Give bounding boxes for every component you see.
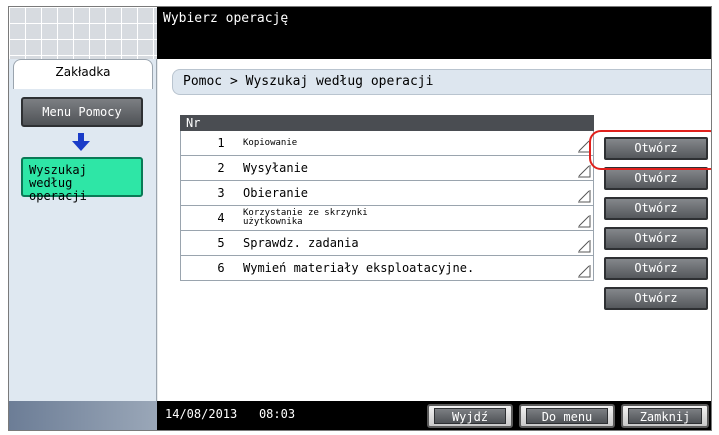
exit-button-label: Wyjdź	[434, 408, 506, 424]
list-item[interactable]: 6 Wymień materiały eksploatacyjne.	[180, 256, 594, 281]
corner-mark-icon	[578, 240, 591, 253]
corner-mark-icon	[578, 265, 591, 278]
time: 08:03	[258, 407, 296, 421]
row-number: 6	[217, 261, 225, 275]
to-menu-button[interactable]: Do menu	[519, 404, 615, 428]
open-button-2[interactable]: Otwórz	[604, 167, 708, 190]
list-item[interactable]: 2 Wysyłanie	[180, 156, 594, 181]
close-button-label: Zamknij	[628, 408, 702, 424]
corner-mark-icon	[578, 190, 591, 203]
row-number: 5	[217, 236, 225, 250]
open-button-5[interactable]: Otwórz	[604, 257, 708, 280]
to-menu-button-label: Do menu	[526, 408, 608, 424]
list-header-nr: Nr	[180, 115, 594, 131]
status-bar: 14/08/2013 08:03 Wyjdź Do menu Zamknij	[9, 401, 711, 430]
list-item[interactable]: 5 Sprawdz. zadania	[180, 231, 594, 256]
sidebar: Zakładka Menu Pomocy Wyszukaj według ope…	[9, 59, 157, 401]
row-label: Wysyłanie	[243, 161, 309, 175]
open-button-6[interactable]: Otwórz	[604, 287, 708, 310]
date: 14/08/2013	[165, 407, 238, 421]
exit-button[interactable]: Wyjdź	[427, 404, 513, 428]
main-content: Pomoc > Wyszukaj według operacji Nr 1 Ko…	[158, 59, 711, 401]
list-item[interactable]: 4 Korzystanie ze skrzynki użytkownika	[180, 206, 594, 231]
top-left-grid	[9, 7, 157, 59]
date-time: 14/08/2013 08:03	[165, 407, 295, 421]
title-bar: Wybierz operację	[157, 7, 711, 59]
row-label: Korzystanie ze skrzynki użytkownika	[243, 208, 368, 227]
open-button-4[interactable]: Otwórz	[604, 227, 708, 250]
row-label: Sprawdz. zadania	[243, 236, 359, 250]
corner-mark-icon	[578, 165, 591, 178]
device-panel: Wybierz operację Zakładka Menu Pomocy Wy…	[8, 6, 712, 431]
row-number: 2	[217, 161, 225, 175]
corner-mark-icon	[578, 215, 591, 228]
row-number: 3	[217, 186, 225, 200]
status-bar-left	[9, 401, 157, 430]
list-item[interactable]: 3 Obieranie	[180, 181, 594, 206]
breadcrumb: Pomoc > Wyszukaj według operacji	[172, 69, 711, 95]
open-button-3[interactable]: Otwórz	[604, 197, 708, 220]
close-button[interactable]: Zamknij	[621, 404, 709, 428]
search-by-operation-button[interactable]: Wyszukaj według operacji	[21, 157, 143, 203]
page-title: Wybierz operację	[163, 11, 289, 26]
row-label: Kopiowanie	[243, 138, 298, 148]
row-number: 1	[217, 136, 225, 150]
row-label: Wymień materiały eksploatacyjne.	[243, 261, 475, 275]
row-number: 4	[217, 211, 225, 225]
tab-bookmark[interactable]: Zakładka	[13, 59, 153, 89]
highlight-circle	[589, 130, 711, 170]
help-menu-button[interactable]: Menu Pomocy	[21, 97, 143, 127]
row-label: Obieranie	[243, 186, 309, 200]
list-item[interactable]: 1 Kopiowanie	[180, 131, 594, 156]
arrow-down-icon	[72, 133, 90, 151]
